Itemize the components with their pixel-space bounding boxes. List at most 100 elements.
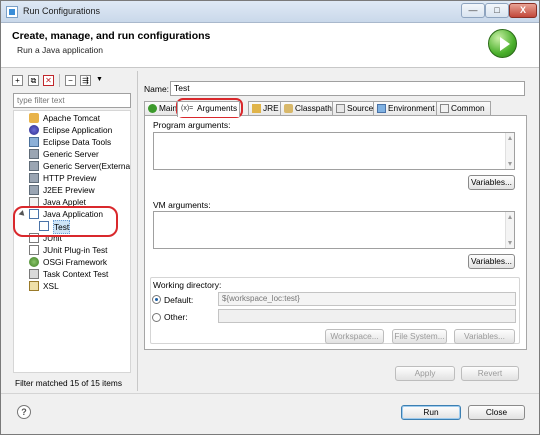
tab-classpath[interactable]: Classpath (280, 101, 333, 116)
help-icon[interactable]: ? (17, 405, 31, 419)
junit-icon (29, 233, 39, 243)
program-variables-button[interactable]: Variables... (468, 175, 515, 190)
server-icon (29, 149, 39, 159)
vm-variables-button[interactable]: Variables... (468, 254, 515, 269)
tree-item-label: Generic Server (43, 149, 99, 159)
arguments-tab-icon: (x)= (181, 105, 194, 112)
server-icon (29, 173, 39, 183)
run-configurations-window: Run Configurations — □ X Create, manage,… (0, 0, 540, 435)
server-icon (29, 185, 39, 195)
environment-tab-icon (377, 104, 386, 113)
tab-label: Source (347, 103, 374, 113)
classpath-tab-icon (284, 104, 293, 113)
delete-config-icon[interactable]: ✕ (43, 75, 54, 86)
close-button[interactable]: Close (468, 405, 525, 420)
main-tab-icon (148, 104, 157, 113)
filter-status: Filter matched 15 of 15 items (15, 378, 122, 388)
file-system-button[interactable]: File System... (392, 329, 447, 344)
tree-item-label: Task Context Test (43, 269, 109, 279)
filter-input[interactable] (13, 93, 131, 108)
tab-label: Main (159, 103, 177, 113)
apply-button[interactable]: Apply (395, 366, 455, 381)
applet-icon (29, 197, 39, 207)
maximize-button[interactable]: □ (485, 3, 509, 18)
tab-label: JRE (263, 103, 279, 113)
header-banner: Create, manage, and run configurations R… (1, 23, 539, 68)
config-tabs: Main (x)= Arguments JRE Classpath Source… (144, 101, 527, 117)
vm-arguments-scrollbar[interactable] (505, 212, 514, 248)
close-window-button[interactable]: X (509, 3, 537, 18)
tree-item-label: Java Applet (43, 197, 86, 207)
banner-title: Create, manage, and run configurations (12, 30, 211, 42)
revert-button[interactable]: Revert (461, 366, 519, 381)
name-label: Name: (144, 84, 170, 94)
collapse-all-icon[interactable]: − (65, 75, 76, 86)
tree-item-label: Generic Server(External L (43, 161, 131, 171)
default-dir-radio[interactable] (152, 295, 161, 304)
title-bar: Run Configurations — □ X (1, 1, 539, 23)
run-button[interactable]: Run (401, 405, 461, 420)
junit-plugin-icon (29, 245, 39, 255)
toolbar-divider (59, 74, 60, 87)
server-icon (29, 161, 39, 171)
tree-item-label: HTTP Preview (43, 173, 97, 183)
tree-item-label: OSGi Framework (43, 257, 108, 267)
tab-source[interactable]: Source (332, 101, 374, 116)
common-tab-icon (440, 104, 449, 113)
other-dir-field[interactable] (218, 309, 516, 323)
jre-tab-icon (252, 104, 261, 113)
tree-item-label: Eclipse Application (43, 125, 113, 135)
tab-jre[interactable]: JRE (248, 101, 281, 116)
panel-splitter[interactable] (137, 71, 138, 391)
banner-subtitle: Run a Java application (17, 45, 104, 55)
source-tab-icon (336, 104, 345, 113)
vm-arguments-label: VM arguments: (153, 200, 211, 210)
tab-common[interactable]: Common (436, 101, 491, 116)
tomcat-icon (29, 113, 39, 123)
vm-arguments-textarea[interactable] (153, 211, 515, 249)
java-config-icon (39, 221, 49, 231)
filter-icon[interactable]: ⇶ (80, 75, 91, 86)
run-banner-icon (488, 29, 517, 58)
tree-item-label: XSL (43, 281, 59, 291)
tab-label: Classpath (295, 103, 332, 113)
tree-item-label: Eclipse Data Tools (43, 137, 112, 147)
osgi-icon (29, 257, 39, 267)
java-app-icon (29, 209, 39, 219)
other-dir-radio[interactable] (152, 313, 161, 322)
tree-item-label: J2EE Preview (43, 185, 95, 195)
tree-item-label: Apache Tomcat (43, 113, 101, 123)
duplicate-config-icon[interactable]: ⧉ (28, 75, 39, 86)
eclipse-icon (29, 125, 39, 135)
program-arguments-scrollbar[interactable] (505, 133, 514, 169)
tab-main[interactable]: Main (144, 101, 178, 116)
expand-twisty-icon[interactable] (18, 210, 27, 218)
tab-label: Common (451, 103, 485, 113)
window-title: Run Configurations (23, 6, 101, 16)
minimize-button[interactable]: — (461, 3, 485, 18)
chevron-down-icon[interactable]: ▼ (96, 76, 103, 83)
working-directory-label: Working directory: (153, 280, 222, 290)
eclipse-window-icon (6, 6, 18, 18)
tab-arguments[interactable]: (x)= Arguments (177, 101, 240, 117)
data-tools-icon (29, 137, 39, 147)
tab-label: Environment (388, 103, 435, 113)
workspace-button[interactable]: Workspace... (325, 329, 384, 344)
tab-environment[interactable]: Environment (373, 101, 437, 116)
xsl-icon (29, 281, 39, 291)
tree-item-label: Java Application (43, 209, 103, 219)
name-field[interactable]: Test (170, 81, 525, 96)
working-dir-variables-button[interactable]: Variables... (454, 329, 515, 344)
configuration-tree: Apache Tomcat Eclipse Application Eclips… (13, 110, 131, 373)
program-arguments-textarea[interactable] (153, 132, 515, 170)
default-dir-field: ${workspace_loc:test} (218, 292, 516, 306)
other-dir-label: Other: (164, 312, 188, 322)
default-dir-label: Default: (164, 295, 194, 305)
new-config-icon[interactable]: + (12, 75, 23, 86)
program-arguments-label: Program arguments: (153, 120, 231, 130)
tree-item-label: JUnit (43, 233, 62, 243)
tab-label: Arguments (197, 103, 238, 113)
task-icon (29, 269, 39, 279)
tree-item-label: JUnit Plug-in Test (43, 245, 108, 255)
footer-separator (1, 393, 539, 394)
